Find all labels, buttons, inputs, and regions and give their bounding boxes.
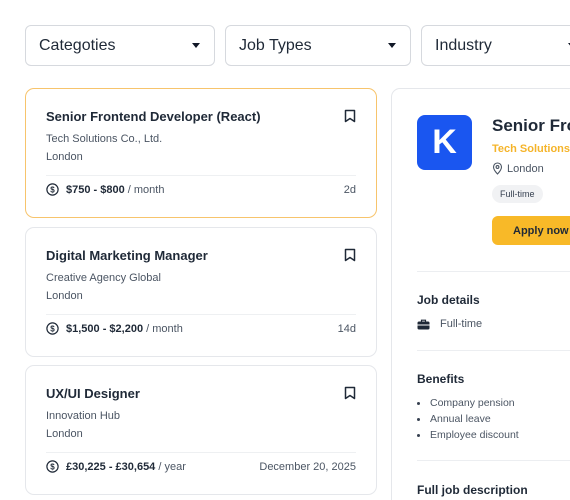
job-location: London [46, 428, 83, 440]
job-types-dropdown[interactable]: Job Types [225, 25, 411, 66]
detail-location: London [492, 162, 544, 175]
job-details-heading: Job details [417, 293, 480, 307]
benefit-item: Employee discount [417, 427, 519, 443]
job-types-dropdown-label: Job Types [239, 36, 312, 54]
full-description-heading: Full job description [417, 483, 528, 497]
company-logo: K [417, 115, 472, 170]
job-salary-period: / year [155, 460, 186, 473]
map-pin-icon [492, 162, 503, 175]
job-company: Innovation Hub [46, 410, 120, 422]
job-company: Creative Agency Global [46, 272, 161, 284]
job-salary: $ £30,225 - £30,654 / year [46, 460, 186, 473]
chevron-down-icon [388, 43, 396, 48]
dollar-coin-icon: $ [46, 183, 59, 196]
detail-location-text: London [507, 162, 544, 175]
job-title: Digital Marketing Manager [46, 248, 208, 263]
job-location: London [46, 290, 83, 302]
company-logo-letter: K [432, 123, 457, 161]
apply-now-button[interactable]: Apply now [492, 216, 570, 245]
job-type-row: Full-time [417, 318, 482, 330]
benefit-item: Annual leave [417, 411, 519, 427]
detail-company-link[interactable]: Tech Solutions Co., Ltd. [492, 143, 570, 155]
job-location: London [46, 151, 83, 163]
job-salary-range: $1,500 - $2,200 [66, 322, 144, 335]
job-detail-panel: K Senior Frontend Developer (React) Tech… [391, 88, 570, 500]
categories-dropdown-label: Categoties [39, 36, 116, 54]
job-type-text: Full-time [440, 318, 483, 330]
dollar-coin-icon: $ [46, 460, 59, 473]
benefits-list: Company pension Annual leave Employee di… [417, 395, 519, 443]
job-salary-period: / month [124, 183, 165, 196]
job-salary-range: £30,225 - £30,654 [66, 460, 156, 473]
divider [46, 452, 356, 453]
briefcase-icon [417, 319, 430, 329]
svg-text:$: $ [50, 324, 55, 333]
divider [417, 271, 570, 272]
bookmark-icon[interactable] [344, 248, 356, 262]
divider [417, 350, 570, 351]
svg-text:$: $ [50, 185, 55, 194]
filter-bar: Categoties Job Types Industry [25, 25, 570, 66]
categories-dropdown[interactable]: Categoties [25, 25, 215, 66]
job-card[interactable]: Senior Frontend Developer (React) Tech S… [25, 88, 377, 218]
divider [46, 314, 356, 315]
divider [417, 460, 570, 461]
job-salary-period: / month [143, 322, 183, 335]
job-title: Senior Frontend Developer (React) [46, 109, 261, 124]
job-type-tag: Full-time [492, 185, 543, 203]
bookmark-icon[interactable] [344, 109, 356, 123]
job-company: Tech Solutions Co., Ltd. [46, 133, 163, 145]
dollar-coin-icon: $ [46, 322, 59, 335]
job-card[interactable]: Digital Marketing Manager Creative Agenc… [25, 227, 377, 357]
job-posted: 14d [337, 323, 356, 335]
job-salary-range: $750 - $800 [66, 183, 125, 196]
svg-text:$: $ [50, 462, 55, 471]
job-posted: December 20, 2025 [259, 461, 356, 473]
benefits-heading: Benefits [417, 372, 465, 386]
chevron-down-icon [192, 43, 200, 48]
industry-dropdown[interactable]: Industry [421, 25, 570, 66]
benefit-item: Company pension [417, 395, 519, 411]
detail-job-title: Senior Frontend Developer (React) [492, 116, 570, 135]
job-posted: 2d [343, 184, 356, 196]
job-title: UX/UI Designer [46, 386, 140, 401]
job-salary: $ $1,500 - $2,200 / month [46, 322, 183, 335]
divider [46, 175, 356, 176]
job-salary: $ $750 - $800 / month [46, 183, 164, 196]
industry-dropdown-label: Industry [435, 36, 492, 54]
job-card[interactable]: UX/UI Designer Innovation Hub London $ £… [25, 365, 377, 495]
bookmark-icon[interactable] [344, 386, 356, 400]
